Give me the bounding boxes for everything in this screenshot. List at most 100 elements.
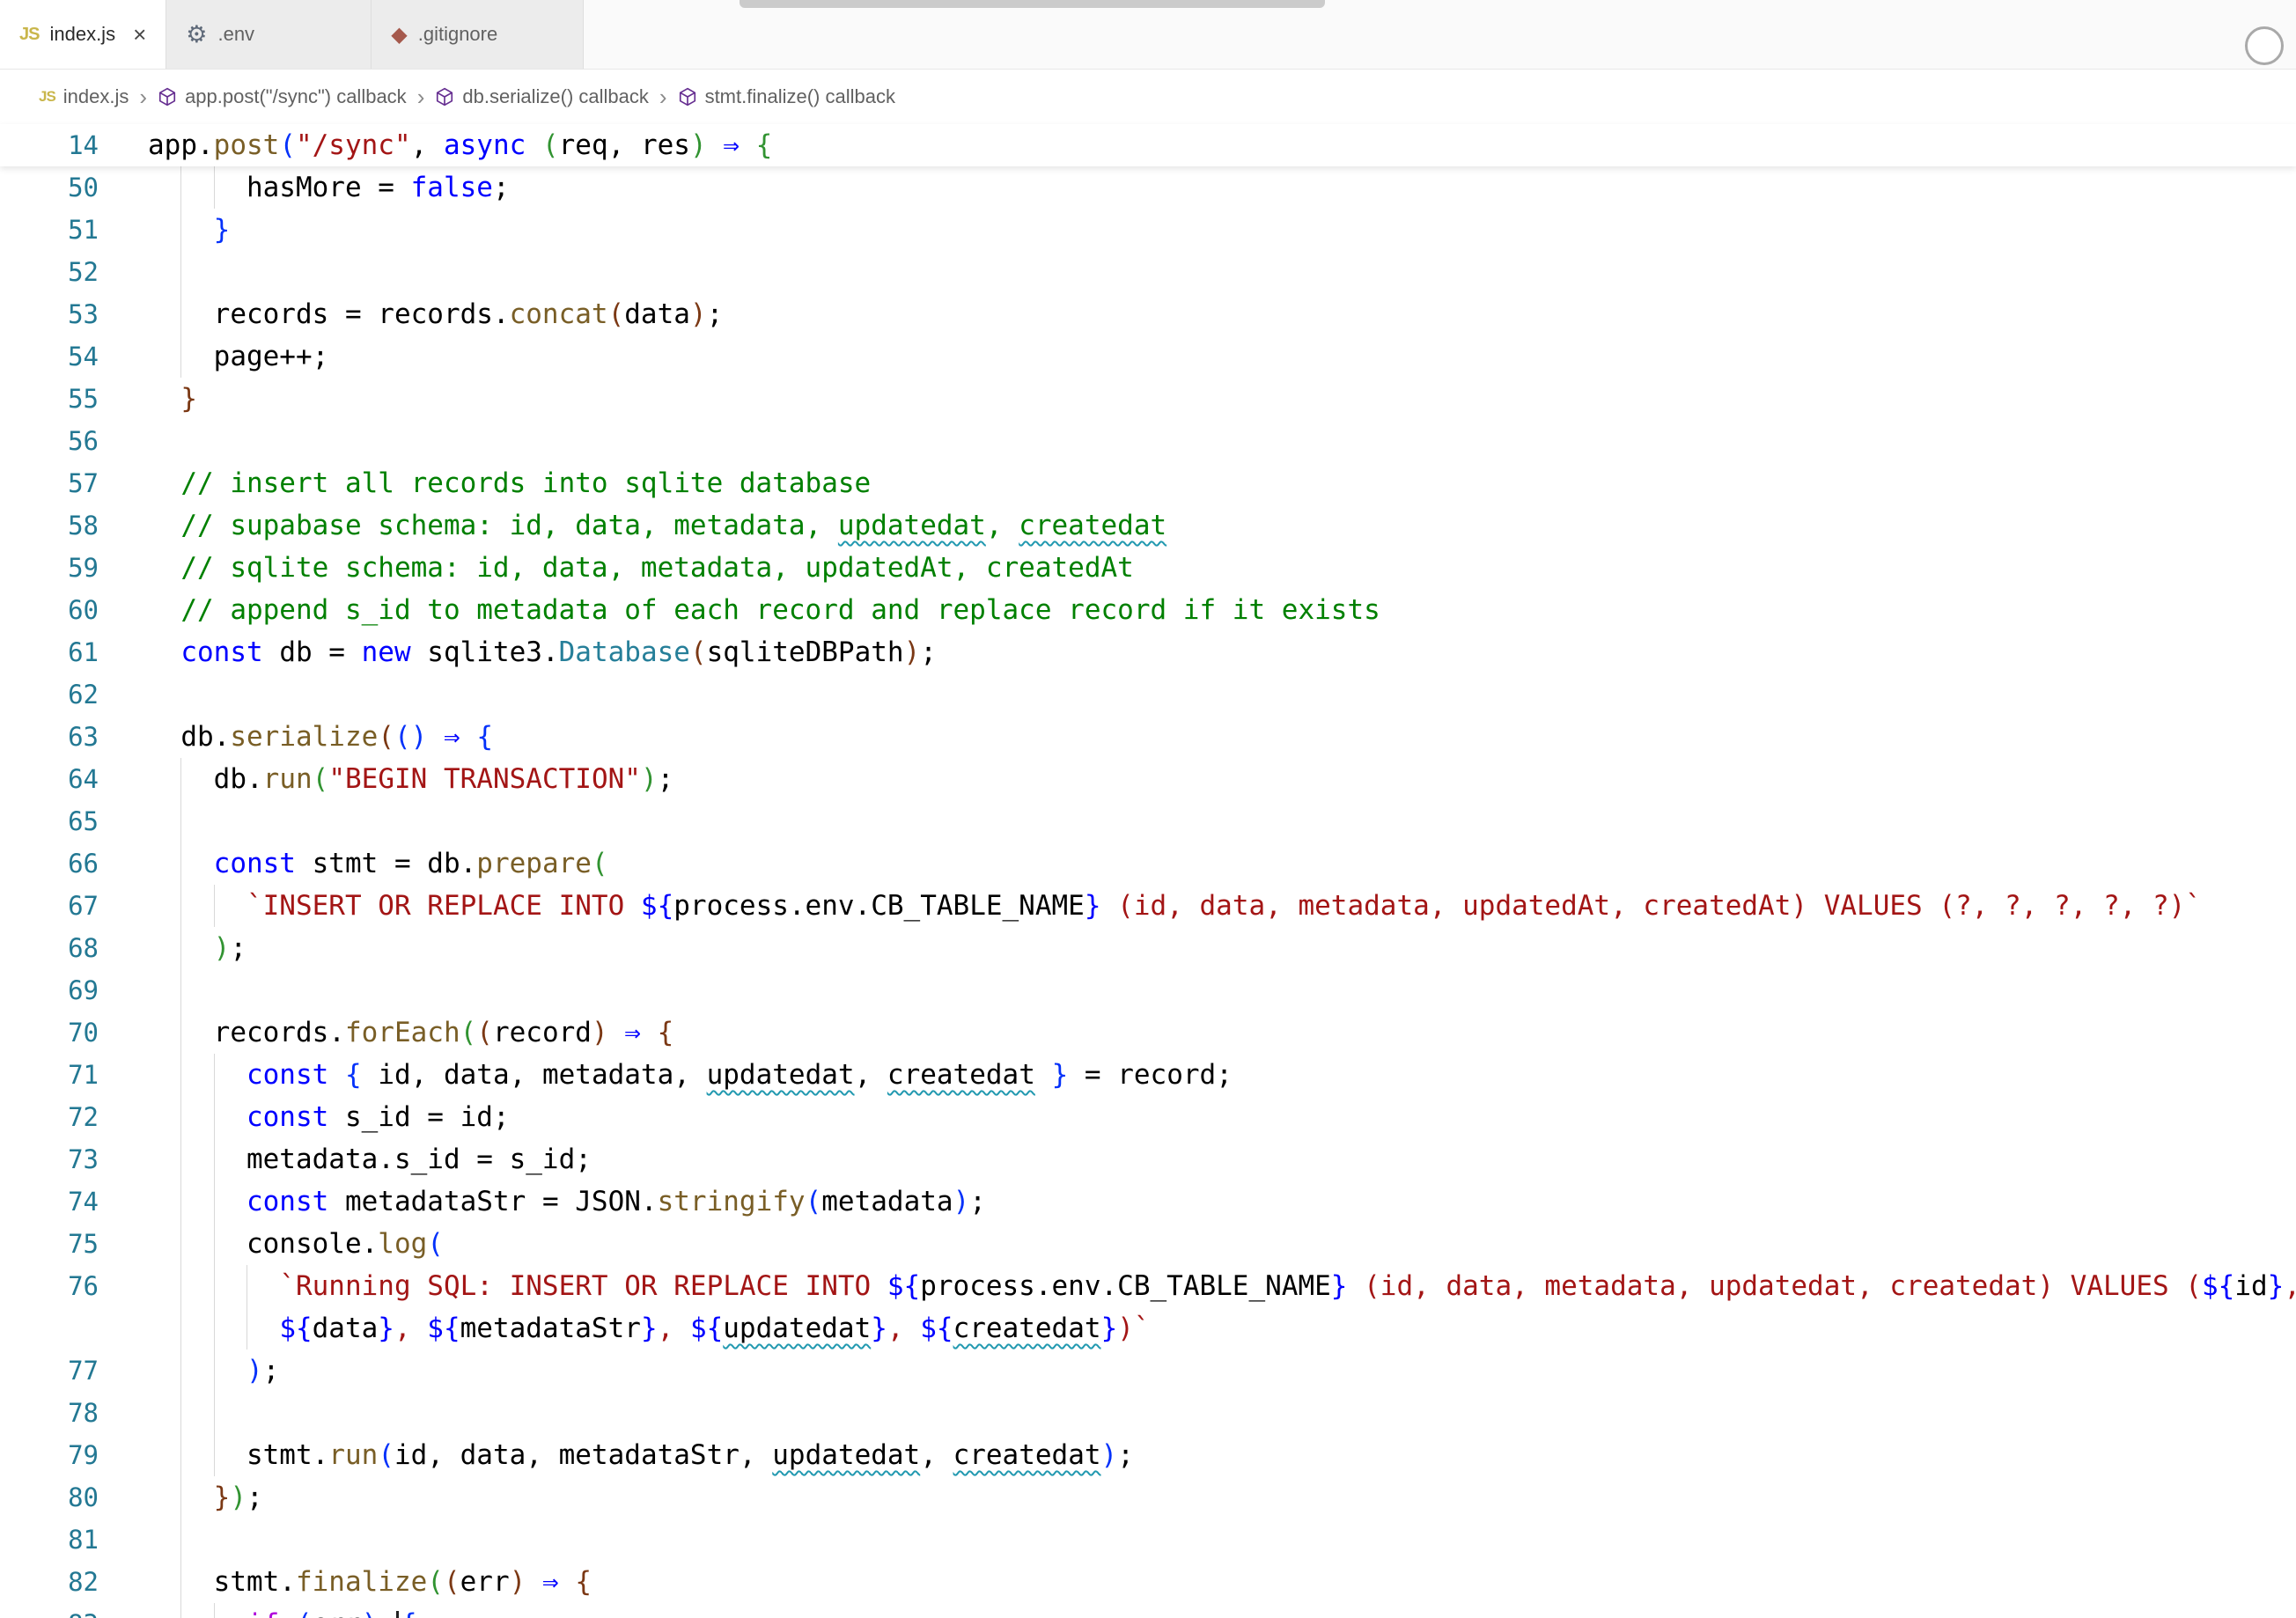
- code-line[interactable]: 54 page++;: [0, 335, 2296, 378]
- code-line[interactable]: 65: [0, 800, 2296, 842]
- code-line[interactable]: 68 );: [0, 927, 2296, 969]
- indent-guide: [180, 800, 181, 842]
- code-line[interactable]: 80 });: [0, 1476, 2296, 1519]
- code-token: (: [460, 1017, 477, 1048]
- code-line[interactable]: 58 // supabase schema: id, data, metadat…: [0, 504, 2296, 547]
- code-line[interactable]: 64 db.run("BEGIN TRANSACTION");: [0, 758, 2296, 800]
- editor-code-area[interactable]: 50 hasMore = false;51 }5253 records = re…: [0, 166, 2296, 1618]
- line-number[interactable]: 80: [0, 1476, 99, 1519]
- code-line[interactable]: 53 records = records.concat(data);: [0, 293, 2296, 335]
- code-line[interactable]: 78: [0, 1392, 2296, 1434]
- code-line[interactable]: 69: [0, 969, 2296, 1011]
- indent-guide: [214, 1603, 215, 1618]
- code-token: db.: [180, 721, 230, 753]
- code-line[interactable]: 79 stmt.run(id, data, metadataStr, updat…: [0, 1434, 2296, 1476]
- line-number[interactable]: [0, 1307, 99, 1350]
- breadcrumb-item-app-post-callback[interactable]: app.post("/sync") callback: [158, 85, 407, 108]
- line-number[interactable]: 55: [0, 378, 99, 420]
- code-line[interactable]: 75 console.log(: [0, 1223, 2296, 1265]
- code-token: ${: [427, 1313, 460, 1344]
- code-line[interactable]: 72 const s_id = id;: [0, 1096, 2296, 1138]
- code-line[interactable]: 70 records.forEach((record) ⇒ {: [0, 1011, 2296, 1054]
- code-line[interactable]: 76 `Running SQL: INSERT OR REPLACE INTO …: [0, 1265, 2296, 1307]
- code-line[interactable]: 52: [0, 251, 2296, 293]
- code-text: [148, 1392, 2296, 1434]
- code-line[interactable]: 62: [0, 673, 2296, 716]
- code-line[interactable]: 83 if (err) {: [0, 1603, 2296, 1618]
- line-number[interactable]: 81: [0, 1519, 99, 1561]
- line-number[interactable]: 82: [0, 1561, 99, 1603]
- line-number[interactable]: 52: [0, 251, 99, 293]
- code-line[interactable]: 81: [0, 1519, 2296, 1561]
- code-line[interactable]: 51 }: [0, 209, 2296, 251]
- line-number[interactable]: 76: [0, 1265, 99, 1307]
- line-number[interactable]: 73: [0, 1138, 99, 1180]
- line-number[interactable]: 60: [0, 589, 99, 631]
- line-number[interactable]: 58: [0, 504, 99, 547]
- tab-index-js[interactable]: JS index.js ×: [0, 0, 166, 69]
- line-number[interactable]: 54: [0, 335, 99, 378]
- line-number[interactable]: 14: [0, 124, 99, 166]
- line-number[interactable]: 64: [0, 758, 99, 800]
- line-number[interactable]: 51: [0, 209, 99, 251]
- code-line[interactable]: 71 const { id, data, metadata, updatedat…: [0, 1054, 2296, 1096]
- line-number[interactable]: 56: [0, 420, 99, 462]
- line-number[interactable]: 61: [0, 631, 99, 673]
- breadcrumb-item-db-serialize-callback[interactable]: db.serialize() callback: [435, 85, 649, 108]
- line-number[interactable]: 75: [0, 1223, 99, 1265]
- code-token: sqliteDBPath: [707, 636, 904, 668]
- line-number[interactable]: 78: [0, 1392, 99, 1434]
- line-number[interactable]: 70: [0, 1011, 99, 1054]
- line-number[interactable]: 66: [0, 842, 99, 885]
- line-number[interactable]: 71: [0, 1054, 99, 1096]
- javascript-file-icon: JS: [39, 88, 55, 106]
- line-number[interactable]: 77: [0, 1350, 99, 1392]
- code-line[interactable]: 60 // append s_id to metadata of each re…: [0, 589, 2296, 631]
- line-number[interactable]: 53: [0, 293, 99, 335]
- tab-env[interactable]: ⚙ .env: [166, 0, 372, 69]
- line-number[interactable]: 67: [0, 885, 99, 927]
- line-number[interactable]: 83: [0, 1603, 99, 1618]
- code-line[interactable]: 73 metadata.s_id = s_id;: [0, 1138, 2296, 1180]
- code-line[interactable]: 74 const metadataStr = JSON.stringify(me…: [0, 1180, 2296, 1223]
- indent-guide: [180, 842, 181, 885]
- line-number[interactable]: 50: [0, 166, 99, 209]
- code-token: ,: [411, 129, 444, 161]
- breadcrumb-item-file[interactable]: JS index.js: [39, 85, 129, 108]
- line-number[interactable]: 63: [0, 716, 99, 758]
- code-token: ⇒: [624, 1017, 641, 1048]
- close-icon[interactable]: ×: [133, 23, 146, 46]
- breadcrumb-item-stmt-finalize-callback[interactable]: stmt.finalize() callback: [678, 85, 895, 108]
- code-line[interactable]: 55 }: [0, 378, 2296, 420]
- line-number[interactable]: 74: [0, 1180, 99, 1223]
- code-line[interactable]: 77 );: [0, 1350, 2296, 1392]
- line-number[interactable]: 69: [0, 969, 99, 1011]
- code-line[interactable]: 67 `INSERT OR REPLACE INTO ${process.env…: [0, 885, 2296, 927]
- line-number[interactable]: 65: [0, 800, 99, 842]
- tab-gitignore[interactable]: ◆ .gitignore: [372, 0, 584, 69]
- code-token: metadataStr = JSON.: [328, 1186, 657, 1217]
- code-text: );: [148, 1350, 2296, 1392]
- code-line[interactable]: 50 hasMore = false;: [0, 166, 2296, 209]
- code-line[interactable]: 61 const db = new sqlite3.Database(sqlit…: [0, 631, 2296, 673]
- code-line[interactable]: 14app.post("/sync", async (req, res) ⇒ {: [0, 124, 2296, 166]
- code-line[interactable]: 59 // sqlite schema: id, data, metadata,…: [0, 547, 2296, 589]
- code-line[interactable]: ${data}, ${metadataStr}, ${updatedat}, $…: [0, 1307, 2296, 1350]
- code-line[interactable]: 63 db.serialize(() ⇒ {: [0, 716, 2296, 758]
- line-number[interactable]: 59: [0, 547, 99, 589]
- code-token: ): [510, 1566, 526, 1598]
- line-number[interactable]: 79: [0, 1434, 99, 1476]
- code-line[interactable]: 82 stmt.finalize((err) ⇒ {: [0, 1561, 2296, 1603]
- indent-guide: [214, 1180, 215, 1223]
- line-number[interactable]: 68: [0, 927, 99, 969]
- code-line[interactable]: 57 // insert all records into sqlite dat…: [0, 462, 2296, 504]
- code-line[interactable]: 56: [0, 420, 2296, 462]
- code-line[interactable]: 66 const stmt = db.prepare(: [0, 842, 2296, 885]
- line-number[interactable]: 62: [0, 673, 99, 716]
- line-number[interactable]: 57: [0, 462, 99, 504]
- code-token: ${: [279, 1313, 312, 1344]
- code-token: }: [2268, 1270, 2285, 1302]
- sticky-scroll-line[interactable]: 14app.post("/sync", async (req, res) ⇒ {: [0, 124, 2296, 166]
- spellcheck-squiggle-token: createdat: [1019, 510, 1166, 541]
- line-number[interactable]: 72: [0, 1096, 99, 1138]
